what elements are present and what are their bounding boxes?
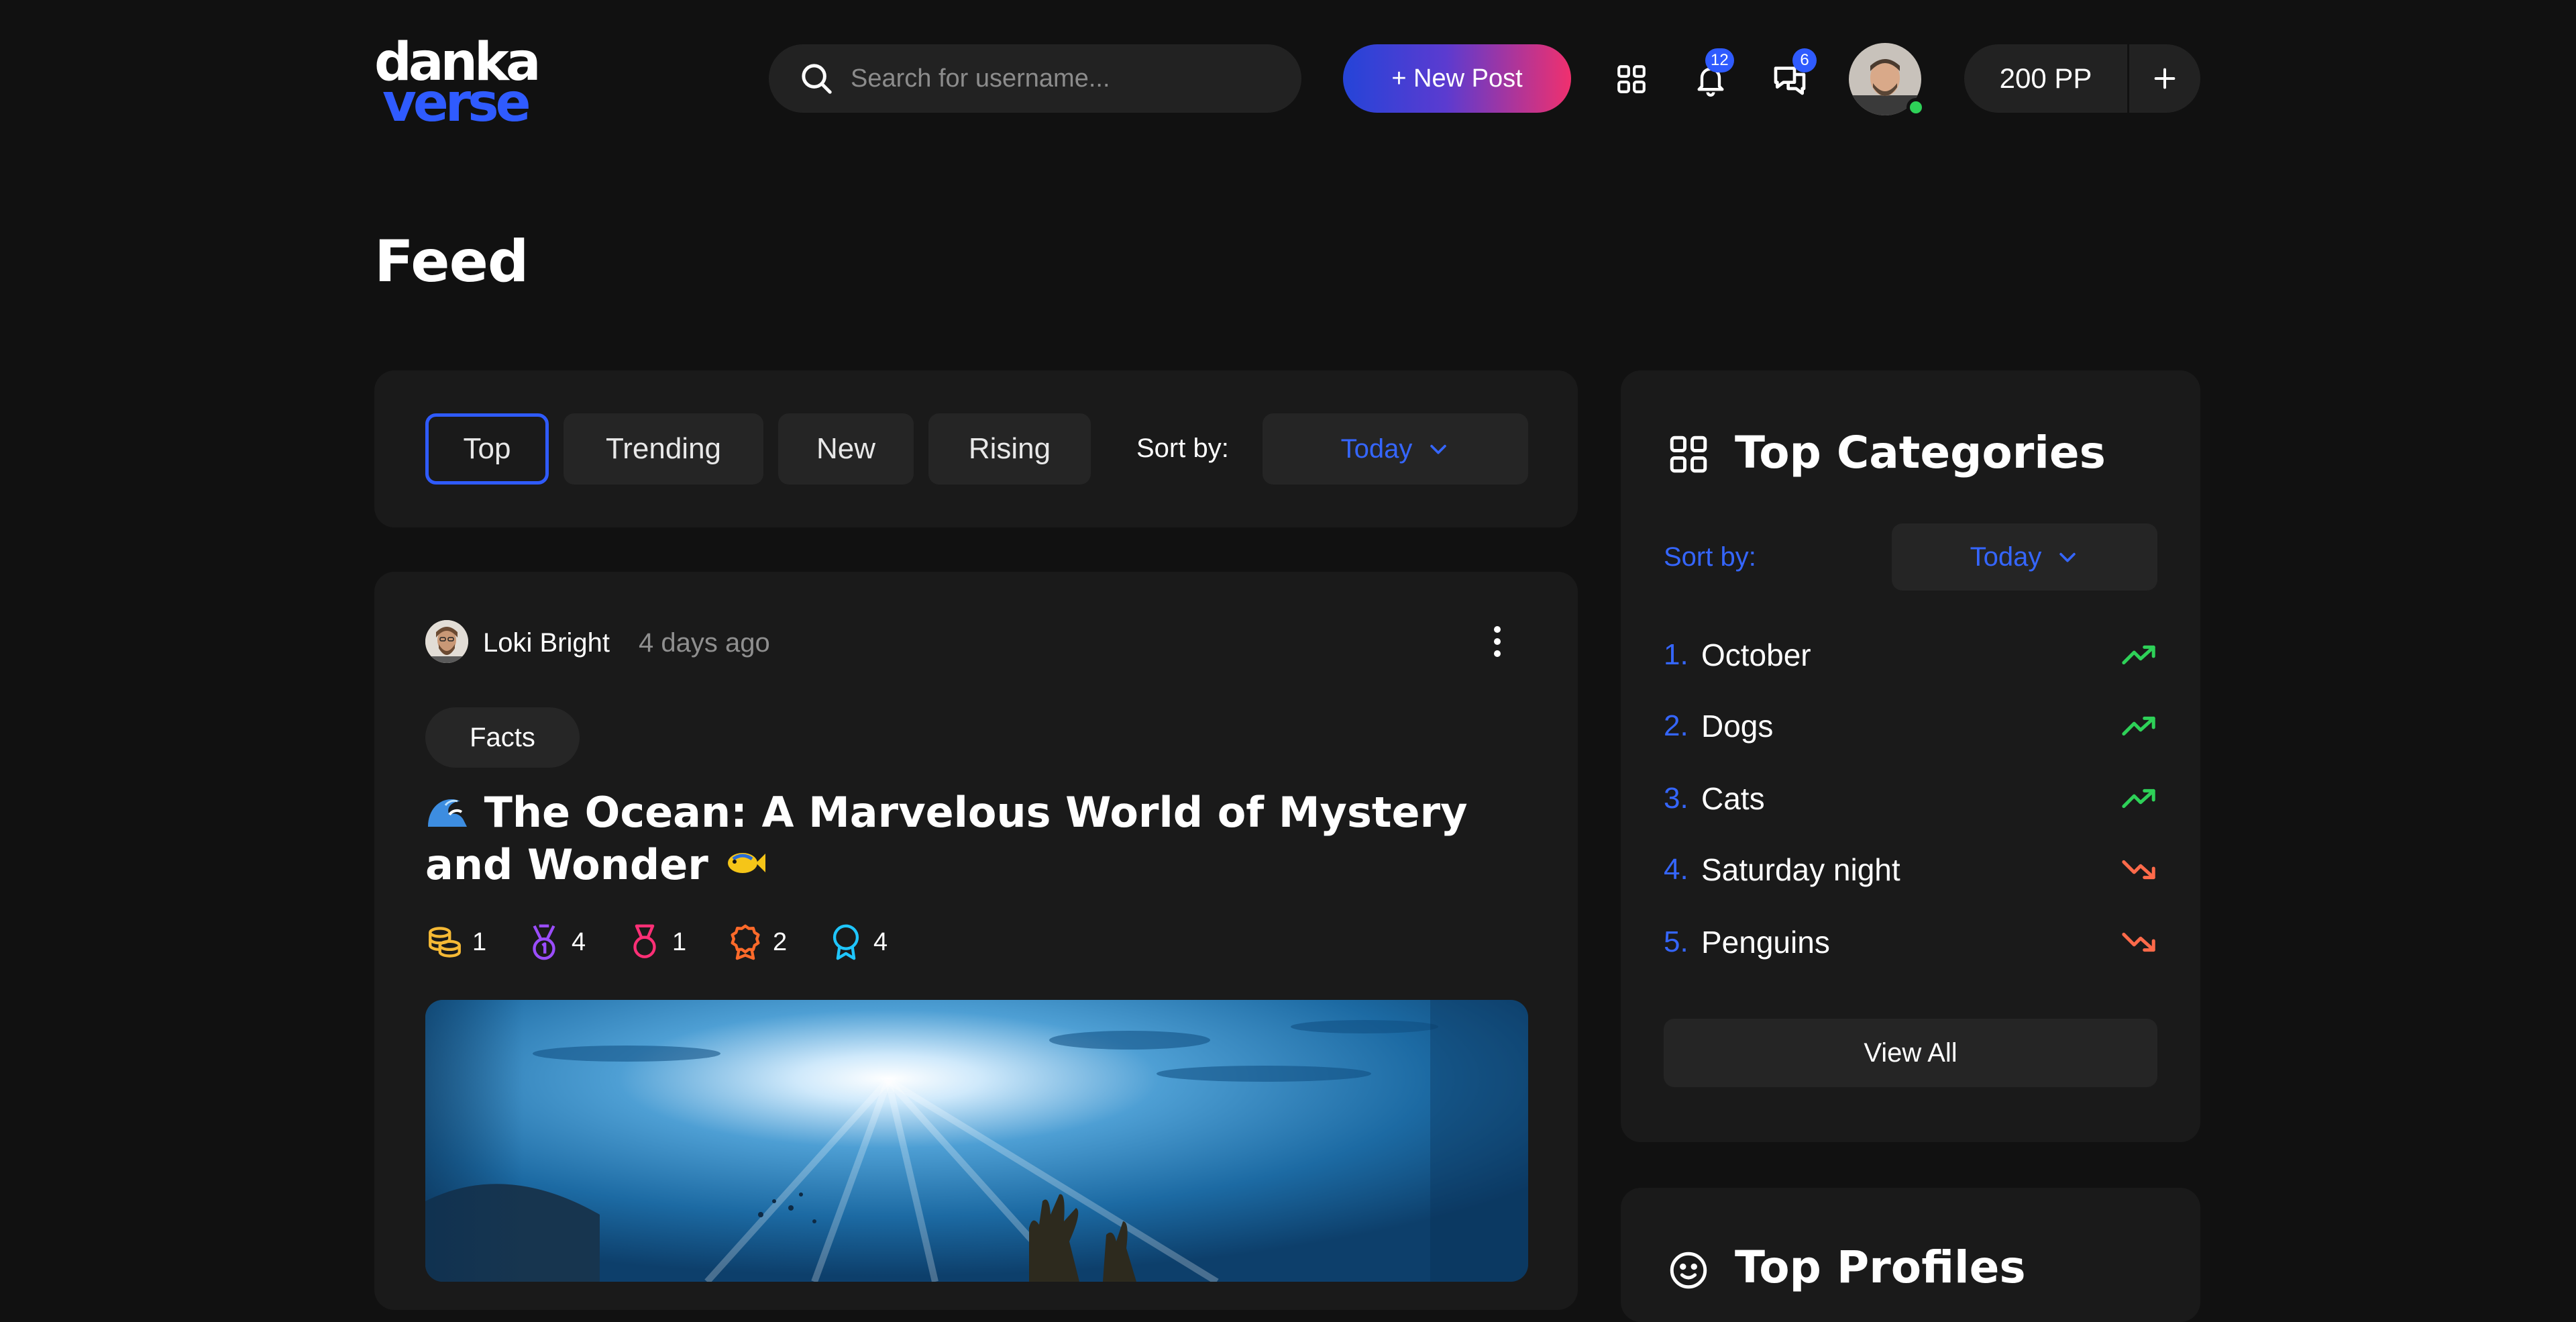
chevron-down-icon bbox=[1430, 444, 1447, 454]
tab-rising[interactable]: Rising bbox=[928, 413, 1091, 485]
category-name: Penguins bbox=[1701, 925, 1830, 960]
category-item-saturday-night[interactable]: 4. Saturday night bbox=[1664, 850, 2157, 890]
category-rank: 3. bbox=[1664, 782, 1688, 815]
post-image[interactable] bbox=[425, 1000, 1528, 1282]
category-item-cats[interactable]: 3. Cats bbox=[1664, 778, 2157, 819]
sort-label: Sort by: bbox=[1136, 434, 1229, 463]
award-medal-pink[interactable]: 1 bbox=[625, 921, 686, 964]
post-author-name[interactable]: Loki Bright bbox=[483, 628, 610, 658]
categories-sort-dropdown[interactable]: Today bbox=[1892, 523, 2157, 591]
award-count: 4 bbox=[572, 927, 586, 956]
category-item-penguins[interactable]: 5. Penguins bbox=[1664, 922, 2157, 962]
category-name: Dogs bbox=[1701, 709, 1774, 744]
points-widget: 200 PP bbox=[1964, 44, 2200, 113]
sort-dropdown-value: Today bbox=[1340, 434, 1413, 464]
sort-dropdown[interactable]: Today bbox=[1263, 413, 1528, 485]
medal-purple-icon bbox=[533, 924, 555, 960]
category-item-october[interactable]: 1. October bbox=[1664, 635, 2157, 675]
trending-up-icon bbox=[2122, 645, 2155, 665]
view-all-categories-button[interactable]: View All bbox=[1664, 1019, 2157, 1087]
award-count: 1 bbox=[472, 927, 487, 956]
smiley-icon bbox=[1666, 1248, 1711, 1292]
award-coins[interactable]: 1 bbox=[425, 921, 486, 964]
grid-icon[interactable] bbox=[1605, 52, 1658, 106]
tab-top[interactable]: Top bbox=[425, 413, 549, 485]
trending-up-icon bbox=[2122, 716, 2155, 736]
tropical-fish-emoji-icon bbox=[722, 842, 767, 879]
categories-sort-value: Today bbox=[1970, 542, 2042, 572]
notifications-badge: 12 bbox=[1705, 48, 1734, 72]
post-title[interactable]: The Ocean: A Marvelous World of Mystery … bbox=[425, 786, 1525, 891]
chevron-down-icon bbox=[2059, 552, 2076, 562]
tab-new[interactable]: New bbox=[778, 413, 914, 485]
post-title-text: The Ocean: A Marvelous World of Mystery … bbox=[425, 788, 1468, 889]
category-name: Cats bbox=[1701, 781, 1765, 816]
category-rank: 5. bbox=[1664, 925, 1688, 958]
post-category-tag[interactable]: Facts bbox=[425, 707, 580, 768]
search-icon bbox=[802, 64, 832, 94]
post-author-avatar[interactable] bbox=[425, 620, 468, 663]
wave-emoji-icon bbox=[425, 789, 470, 827]
award-ribbon-cyan[interactable]: 4 bbox=[826, 921, 888, 964]
tab-trending[interactable]: Trending bbox=[564, 413, 763, 485]
category-rank: 2. bbox=[1664, 709, 1688, 742]
more-options-icon[interactable] bbox=[1481, 623, 1513, 660]
online-status-dot bbox=[1907, 98, 1925, 117]
page-title: Feed bbox=[374, 228, 529, 295]
ribbon-cyan-icon bbox=[833, 924, 859, 960]
post-timestamp: 4 days ago bbox=[639, 628, 770, 658]
category-name: Saturday night bbox=[1701, 852, 1900, 887]
award-badge-orange[interactable]: 2 bbox=[726, 921, 787, 964]
coins-icon bbox=[429, 927, 461, 958]
search-input[interactable] bbox=[851, 64, 1280, 93]
top-categories-title: Top Categories bbox=[1735, 427, 2106, 478]
badge-orange-icon bbox=[731, 924, 760, 960]
trending-down-icon bbox=[2122, 932, 2155, 952]
category-rank: 4. bbox=[1664, 853, 1688, 886]
add-points-button[interactable] bbox=[2129, 65, 2200, 92]
award-count: 4 bbox=[873, 927, 888, 956]
new-post-button[interactable]: + New Post bbox=[1343, 44, 1571, 113]
trending-up-icon bbox=[2122, 789, 2155, 809]
category-item-dogs[interactable]: 2. Dogs bbox=[1664, 706, 2157, 746]
categories-sort-label: Sort by: bbox=[1664, 542, 1756, 572]
award-medal-purple[interactable]: 4 bbox=[525, 921, 586, 964]
logo[interactable]: danka verse bbox=[374, 36, 541, 134]
award-count: 2 bbox=[773, 927, 788, 956]
category-name: October bbox=[1701, 638, 1811, 672]
search-bar[interactable] bbox=[769, 44, 1301, 113]
messages-badge: 6 bbox=[1792, 48, 1817, 72]
plus-icon bbox=[2154, 68, 2176, 89]
trending-down-icon bbox=[2122, 860, 2155, 880]
points-balance: 200 PP bbox=[1964, 44, 2129, 113]
medal-pink-icon bbox=[633, 924, 656, 958]
grid-icon bbox=[1666, 432, 1711, 476]
logo-text-bottom: verse bbox=[382, 73, 531, 134]
category-rank: 1. bbox=[1664, 638, 1688, 671]
top-profiles-title: Top Profiles bbox=[1735, 1241, 2026, 1293]
award-count: 1 bbox=[672, 927, 687, 956]
